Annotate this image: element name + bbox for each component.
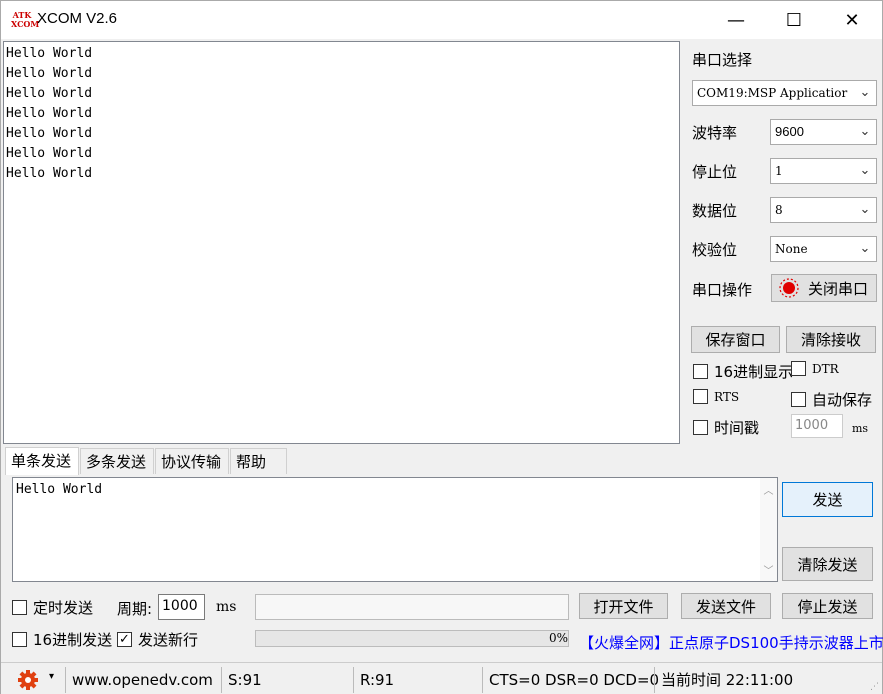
period-unit: ms [216,599,237,615]
window-title: XCOM V2.6 [37,10,118,27]
resize-grip-icon[interactable]: ⋰ [870,682,879,692]
close-button[interactable]: ✕ [823,1,881,39]
baud-select-value: 9600 [775,124,804,139]
dropdown-arrow-icon[interactable]: ▾ [49,671,54,682]
timed-send-checkbox[interactable]: 定时发送 [12,597,93,618]
timestamp-interval-input[interactable]: 1000 [791,414,843,438]
stop-bits-value: 1 [775,164,783,178]
gear-icon[interactable] [17,669,39,691]
chevron-down-icon: ⌄ [858,120,872,144]
progress-percent: 0% [549,631,569,645]
hex-send-label: 16进制发送 [33,631,113,649]
port-op-label: 串口操作 [692,281,753,299]
app-logo-line2: XCOM [11,19,40,29]
title-bar: ATK XCOM XCOM V2.6 — ☐ ✕ [1,1,882,39]
close-port-label: 关闭串口 [808,279,869,298]
sent-count: S:91 [221,667,351,693]
checkbox-box [693,389,708,404]
received-count: R:91 [353,667,481,693]
port-select-value: COM19:MSP Applicatior [697,86,848,100]
hex-display-checkbox[interactable]: 16进制显示 [693,361,793,382]
period-input[interactable]: 1000 [158,594,205,620]
clear-send-button[interactable]: 清除发送 [782,547,873,581]
clear-receive-button[interactable]: 清除接收 [786,326,876,353]
tab-multi-send[interactable]: 多条发送 [80,448,154,474]
send-newline-checkbox[interactable]: ✓ 发送新行 [117,629,198,650]
maximize-button[interactable]: ☐ [765,1,823,39]
chevron-down-icon: ⌄ [858,81,872,105]
scroll-down-icon[interactable]: ﹀ [760,562,777,577]
chevron-down-icon: ⌄ [858,198,872,222]
timed-send-label: 定时发送 [33,599,94,617]
close-port-button[interactable]: 关闭串口 [771,274,877,302]
chevron-down-icon: ⌄ [858,159,872,183]
rts-checkbox[interactable]: RTS [693,389,739,404]
data-bits-value: 8 [775,203,783,217]
save-window-button[interactable]: 保存窗口 [691,326,780,353]
send-file-button[interactable]: 发送文件 [681,593,771,619]
receive-line: Hello World [6,106,93,121]
checkbox-box [693,364,708,379]
receive-textarea[interactable]: Hello World Hello World Hello World Hell… [3,41,680,444]
minimize-button[interactable]: — [707,1,765,39]
tab-protocol[interactable]: 协议传输 [155,448,229,474]
port-section-label: 串口选择 [692,51,753,69]
data-bits-select[interactable]: 8 ⌄ [770,197,877,223]
chevron-down-icon: ⌄ [858,237,872,261]
dtr-checkbox[interactable]: DTR [791,361,839,376]
current-time: 当前时间 22:11:00 [654,667,854,693]
stop-send-button[interactable]: 停止发送 [782,593,873,619]
open-file-button[interactable]: 打开文件 [579,593,668,619]
baud-label: 波特率 [692,124,738,142]
website-link[interactable]: www.openedv.com [65,667,219,693]
baud-select[interactable]: 9600 ⌄ [770,119,877,145]
scroll-up-icon[interactable]: ︿ [760,482,777,497]
app-logo-icon: ATK XCOM [11,11,40,31]
timestamp-unit: ms [852,422,869,435]
rts-label: RTS [714,389,740,404]
ad-link[interactable]: 【火爆全网】正点原子DS100手持示波器上市 [579,628,883,658]
parity-select[interactable]: None ⌄ [770,236,877,262]
stop-bits-label: 停止位 [692,163,738,181]
checkbox-checked-icon: ✓ [117,632,132,647]
receive-line: Hello World [6,46,93,61]
checkbox-box [12,600,27,615]
status-bar: ▾ www.openedv.com S:91 R:91 CTS=0 DSR=0 … [1,662,882,694]
port-select[interactable]: COM19:MSP Applicatior ⌄ [692,80,877,106]
checkbox-box [12,632,27,647]
dtr-label: DTR [812,361,839,376]
checkbox-box [791,392,806,407]
hex-send-checkbox[interactable]: 16进制发送 [12,629,112,650]
hex-display-label: 16进制显示 [714,363,794,381]
parity-value: None [775,242,808,256]
auto-save-checkbox[interactable]: 自动保存 [791,389,872,410]
file-path-input[interactable] [255,594,569,620]
timestamp-label: 时间戳 [714,419,760,437]
period-label: 周期: [117,600,153,618]
send-textarea[interactable]: Hello World ︿ ﹀ [12,477,778,582]
tab-help[interactable]: 帮助 [230,448,287,474]
send-scrollbar[interactable]: ︿ ﹀ [760,478,777,581]
xcom-window: ATK XCOM XCOM V2.6 — ☐ ✕ Hello World Hel… [0,0,883,694]
led-indicator-icon [779,278,799,298]
send-progress-bar [255,630,569,647]
data-bits-label: 数据位 [692,202,738,220]
send-text: Hello World [16,482,103,497]
tab-single-send[interactable]: 单条发送 [5,447,79,475]
send-button[interactable]: 发送 [782,482,873,517]
auto-save-label: 自动保存 [812,391,873,409]
stop-bits-select[interactable]: 1 ⌄ [770,158,877,184]
receive-line: Hello World [6,66,93,81]
checkbox-box [693,420,708,435]
receive-line: Hello World [6,166,93,181]
timestamp-checkbox[interactable]: 时间戳 [693,417,759,438]
receive-line: Hello World [6,126,93,141]
send-newline-label: 发送新行 [138,631,199,649]
checkbox-box [791,361,806,376]
receive-line: Hello World [6,86,93,101]
receive-line: Hello World [6,146,93,161]
parity-label: 校验位 [692,241,738,259]
signal-status: CTS=0 DSR=0 DCD=0 [482,667,659,693]
